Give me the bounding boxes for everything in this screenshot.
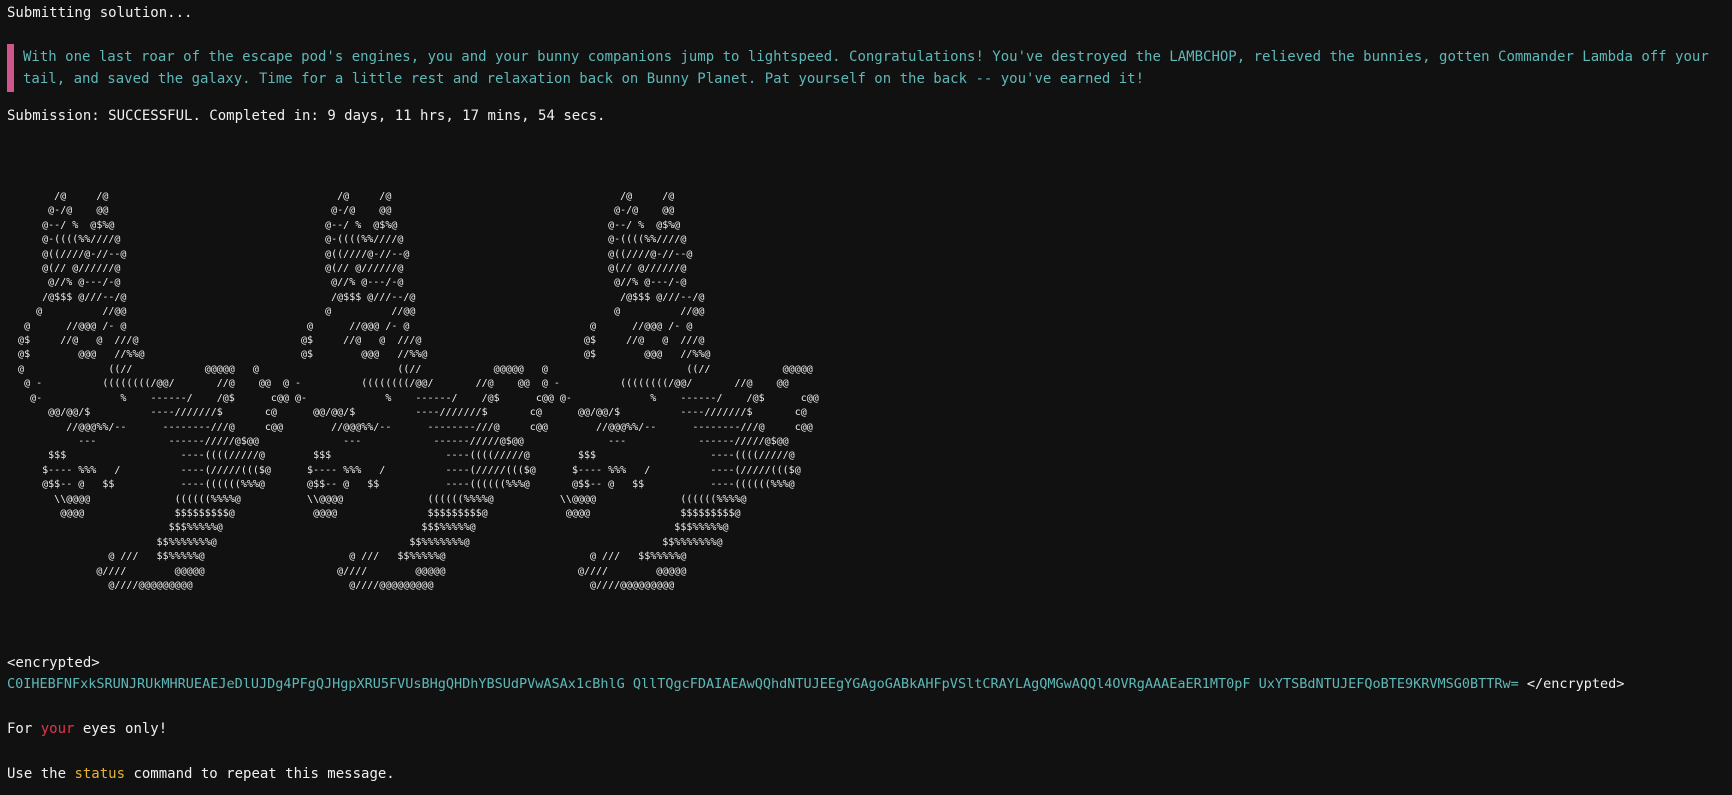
submission-label: Submission: (7, 108, 109, 124)
quote-bar (7, 44, 14, 92)
eyes-only-line: For your eyes only! (7, 718, 167, 740)
encrypted-value: C0IHEBFNFxkSRUNJRUkMHRUEAEJeDlUJDg4PFgQJ… (7, 676, 1519, 692)
submission-line: Submission: SUCCESSFUL. Completed in: 9 … (7, 105, 1732, 127)
story-blockquote: With one last roar of the escape pod's e… (7, 44, 1732, 92)
status-pre: Use the (7, 766, 75, 782)
encrypted-open-tag: <encrypted> (7, 655, 100, 671)
submission-time: . Completed in: 9 days, 11 hrs, 17 mins,… (192, 108, 606, 124)
submission-status: SUCCESSFUL (108, 108, 193, 124)
terminal-output: Submitting solution... With one last roa… (7, 2, 1732, 127)
status-hint-line: Use the status command to repeat this me… (7, 763, 395, 785)
eyes-highlight: your (40, 721, 75, 737)
eyes-post: eyes only! (74, 721, 168, 737)
submitting-line: Submitting solution... (7, 5, 193, 21)
bunny-ascii-art: /@ /@ /@ /@ /@ /@ @-/@ @@ @-/@ @@ @-/@ @… (18, 191, 819, 591)
status-post: command to repeat this message. (125, 766, 395, 782)
story-text: With one last roar of the escape pod's e… (23, 49, 1709, 87)
status-command: status (74, 766, 126, 782)
encrypted-close-tag: </encrypted> (1518, 676, 1625, 692)
encrypted-line: C0IHEBFNFxkSRUNJRUkMHRUEAEJeDlUJDg4PFgQJ… (7, 673, 1624, 695)
eyes-pre: For (7, 721, 41, 737)
